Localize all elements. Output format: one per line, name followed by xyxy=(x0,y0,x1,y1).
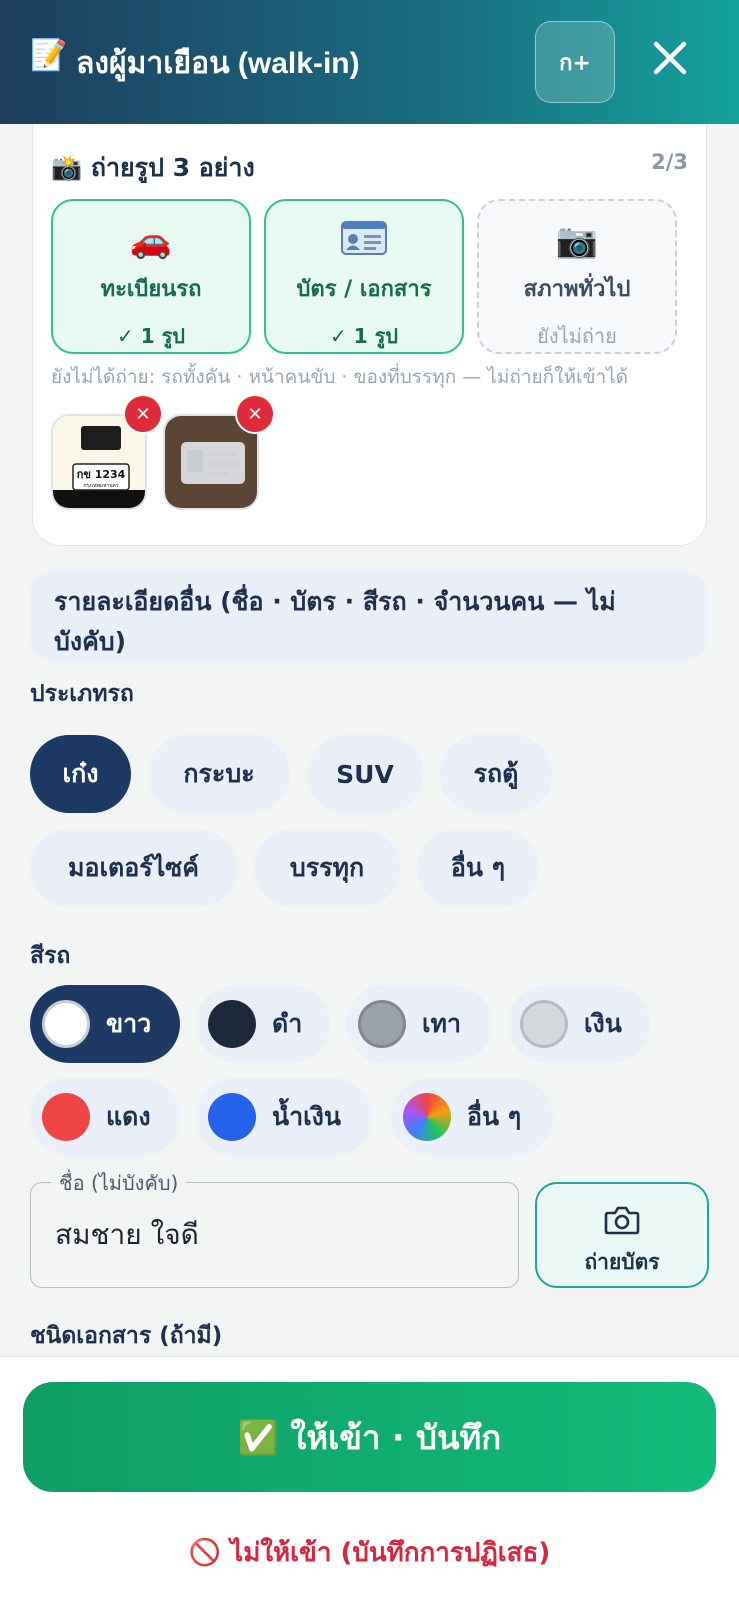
bottom-action-bar: ✅ ให้เข้า · บันทึก 🚫 ไม่ให้เข้า (บันทึกก… xyxy=(0,1356,739,1601)
vehicle-color-label: สีรถ xyxy=(30,943,71,969)
tile-status: ✓ 1 รูป xyxy=(116,324,186,348)
header-bar: 📝 ลงผู้มาเยือน (walk-in) ก+ xyxy=(0,0,739,124)
close-icon xyxy=(653,41,687,75)
tile-label: ทะเบียนรถ xyxy=(100,277,202,302)
plate-province-text: กรุงเทพมหานคร xyxy=(83,483,119,489)
tile-label: บัตร / เอกสาร xyxy=(296,277,432,302)
deny-entry-button[interactable]: 🚫 ไม่ให้เข้า (บันทึกการปฏิเสธ) xyxy=(0,1532,739,1573)
vehicle-type-pickup[interactable]: กระบะ xyxy=(148,735,290,813)
multicolor-swatch-icon xyxy=(403,1093,451,1141)
vehicle-type-label: ประเภทรถ xyxy=(30,681,134,707)
color-white[interactable]: ขาว xyxy=(30,985,180,1063)
color-gray[interactable]: เทา xyxy=(346,985,492,1063)
photo-card-title: 📸 ถ่ายรูป 3 อย่าง xyxy=(51,153,255,182)
font-size-button[interactable]: ก+ xyxy=(535,21,615,103)
white-swatch-icon xyxy=(42,1000,90,1048)
vehicle-type-sedan[interactable]: เก๋ง xyxy=(30,735,131,813)
name-field[interactable]: ชื่อ (ไม่บังคับ) สมชาย ใจดี xyxy=(30,1167,519,1288)
tile-license-plate[interactable]: 🚗 ทะเบียนรถ ✓ 1 รูป xyxy=(51,199,251,354)
scan-id-card-button[interactable]: ถ่ายบัตร xyxy=(535,1182,709,1288)
camera-icon: 📷 xyxy=(555,221,599,261)
document-type-label: ชนิดเอกสาร (ถ้ามี) xyxy=(30,1323,223,1349)
remove-photo-button[interactable]: ✕ xyxy=(235,394,275,434)
color-black[interactable]: ดำ xyxy=(196,985,330,1063)
red-swatch-icon xyxy=(42,1093,90,1141)
gray-swatch-icon xyxy=(358,1000,406,1048)
tile-general-condition[interactable]: 📷 สภาพทั่วไป ยังไม่ถ่าย xyxy=(477,199,677,354)
vehicle-type-van[interactable]: รถตู้ xyxy=(440,735,552,813)
vehicle-type-truck[interactable]: บรรทุก xyxy=(254,829,400,907)
tile-status: ยังไม่ถ่าย xyxy=(537,324,617,348)
black-swatch-icon xyxy=(208,1000,256,1048)
color-label: ขาว xyxy=(106,1009,152,1038)
memo-icon: 📝 xyxy=(30,38,68,73)
color-label: ดำ xyxy=(272,1009,303,1038)
close-icon: ✕ xyxy=(135,403,151,425)
tile-label: สภาพทั่วไป xyxy=(523,277,631,302)
allow-entry-save-button[interactable]: ✅ ให้เข้า · บันทึก xyxy=(23,1382,716,1492)
missing-photos-hint: ยังไม่ได้ถ่าย: รถทั้งคัน · หน้าคนขับ · ข… xyxy=(51,366,629,388)
color-silver[interactable]: เงิน xyxy=(508,985,650,1063)
blue-swatch-icon xyxy=(208,1093,256,1141)
id-card-icon xyxy=(266,221,462,261)
color-label: แดง xyxy=(106,1102,151,1131)
tile-id-document[interactable]: บัตร / เอกสาร ✓ 1 รูป xyxy=(264,199,464,354)
photo-count: 2/3 xyxy=(651,150,688,174)
color-red[interactable]: แดง xyxy=(30,1078,180,1156)
remove-photo-button[interactable]: ✕ xyxy=(123,394,163,434)
tile-status: ✓ 1 รูป xyxy=(329,324,399,348)
vehicle-type-suv[interactable]: SUV xyxy=(307,735,423,813)
color-blue[interactable]: น้ำเงิน xyxy=(196,1078,372,1156)
car-icon: 🚗 xyxy=(129,221,173,261)
color-label: น้ำเงิน xyxy=(272,1102,341,1131)
name-field-legend: ชื่อ (ไม่บังคับ) xyxy=(51,1167,187,1199)
plate-number-text: กข 1234 xyxy=(77,468,126,481)
silver-swatch-icon xyxy=(520,1000,568,1048)
color-label: อื่น ๆ xyxy=(467,1102,522,1131)
name-field-value: สมชาย ใจดี xyxy=(55,1218,199,1251)
color-other[interactable]: อื่น ๆ xyxy=(391,1078,553,1156)
photo-capture-card: 📸 ถ่ายรูป 3 อย่าง 2/3 🚗 ทะเบียนรถ ✓ 1 รู… xyxy=(32,124,707,546)
optional-details-toggle[interactable]: รายละเอียดอื่น (ชื่อ · บัตร · สีรถ · จำน… xyxy=(30,572,708,660)
camera-icon xyxy=(604,1206,640,1235)
vehicle-type-other[interactable]: อื่น ๆ xyxy=(417,829,539,907)
color-label: เงิน xyxy=(584,1009,622,1038)
close-button[interactable] xyxy=(650,38,690,78)
close-icon: ✕ xyxy=(247,403,263,425)
page-title: ลงผู้มาเยือน (walk-in) xyxy=(76,47,360,80)
scan-id-card-label: ถ่ายบัตร xyxy=(584,1250,660,1274)
color-label: เทา xyxy=(422,1009,462,1038)
vehicle-type-motorcycle[interactable]: มอเตอร์ไซค์ xyxy=(30,829,237,907)
